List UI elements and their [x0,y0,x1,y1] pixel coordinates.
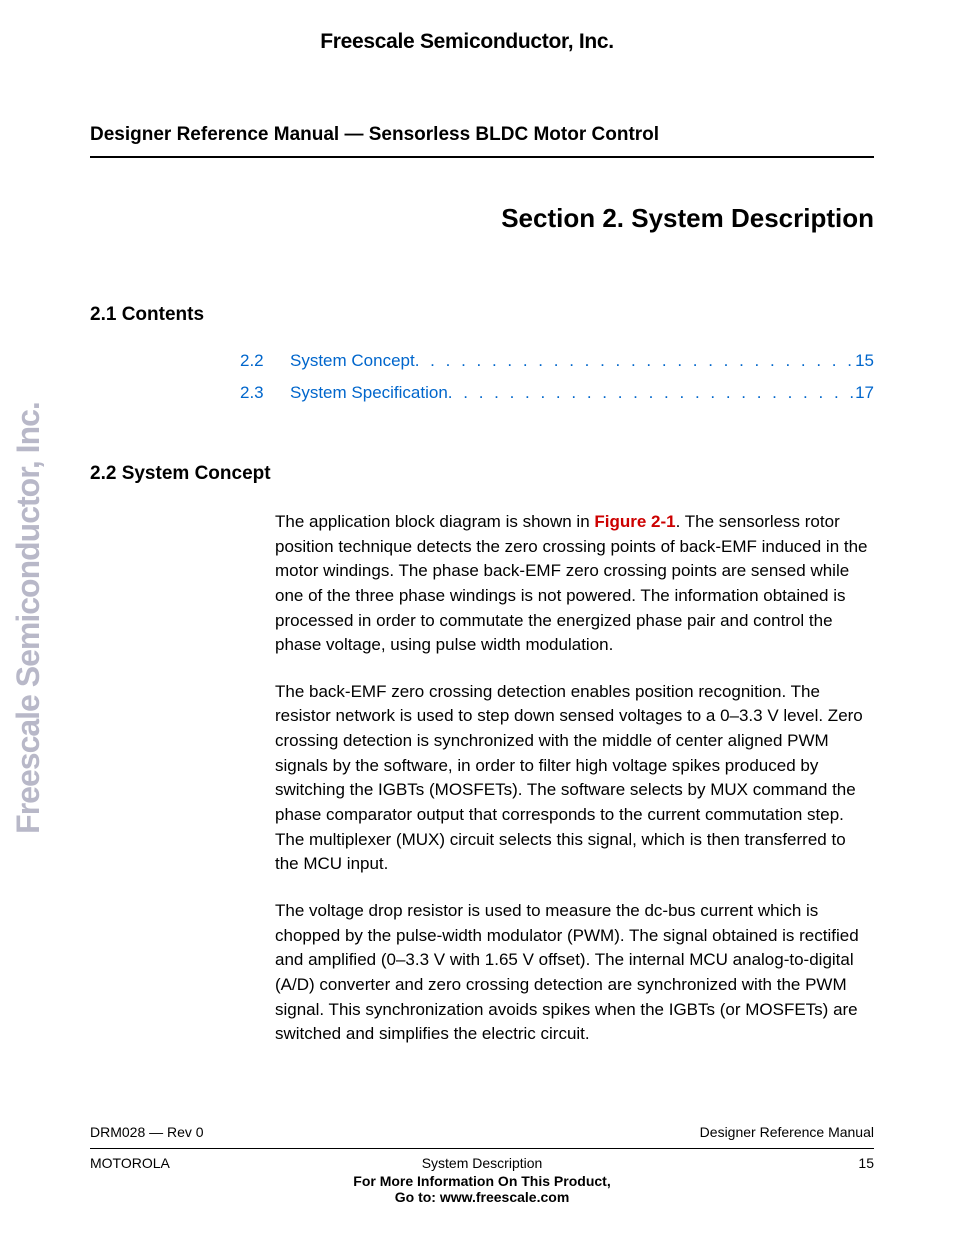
paragraph-3: The voltage drop resistor is used to mea… [275,899,869,1047]
system-concept-heading: 2.2 System Concept [60,463,874,485]
toc-page: 15 [855,351,874,371]
footer-more-info-1: For More Information On This Product, [180,1173,784,1189]
footer-more-info-2: Go to: www.freescale.com [180,1189,784,1205]
footer-row-top: DRM028 — Rev 0 Designer Reference Manual [90,1124,874,1140]
footer-divider [90,1148,874,1149]
figure-link[interactable]: Figure 2-1 [594,512,675,531]
toc-row[interactable]: 2.3 System Specification . . . . . . . .… [240,383,874,403]
page-footer: DRM028 — Rev 0 Designer Reference Manual… [90,1124,874,1205]
toc-number: 2.2 [240,351,270,371]
title-divider [90,156,874,158]
toc-container: 2.2 System Concept . . . . . . . . . . .… [60,351,874,403]
section-title: Section 2. System Description [60,203,874,234]
page-content: Freescale Semiconductor, Inc. Designer R… [0,0,954,1235]
document-title: Designer Reference Manual — Sensorless B… [60,124,874,146]
footer-center: System Description For More Information … [180,1155,784,1205]
header-company: Freescale Semiconductor, Inc. [60,30,874,54]
paragraph-2: The back-EMF zero crossing detection ena… [275,680,869,877]
manual-type: Designer Reference Manual [700,1124,874,1140]
toc-dots: . . . . . . . . . . . . . . . . . . . . … [448,383,853,403]
doc-id: DRM028 — Rev 0 [90,1124,204,1140]
toc-page: 17 [855,383,874,403]
para1-part-b: . The sensorless rotor position techniqu… [275,512,868,654]
para1-part-a: The application block diagram is shown i… [275,512,594,531]
body-text: The application block diagram is shown i… [60,510,874,1047]
paragraph-1: The application block diagram is shown i… [275,510,869,658]
toc-row[interactable]: 2.2 System Concept . . . . . . . . . . .… [240,351,874,371]
toc-dots: . . . . . . . . . . . . . . . . . . . . … [415,351,853,371]
footer-page-num: 15 [784,1155,874,1171]
toc-label: System Specification [290,383,448,403]
contents-heading: 2.1 Contents [60,304,874,326]
footer-vendor: MOTOROLA [90,1155,180,1171]
footer-chapter: System Description [180,1155,784,1171]
toc-label: System Concept [290,351,415,371]
toc-number: 2.3 [240,383,270,403]
footer-row-bottom: MOTOROLA System Description For More Inf… [90,1155,874,1205]
